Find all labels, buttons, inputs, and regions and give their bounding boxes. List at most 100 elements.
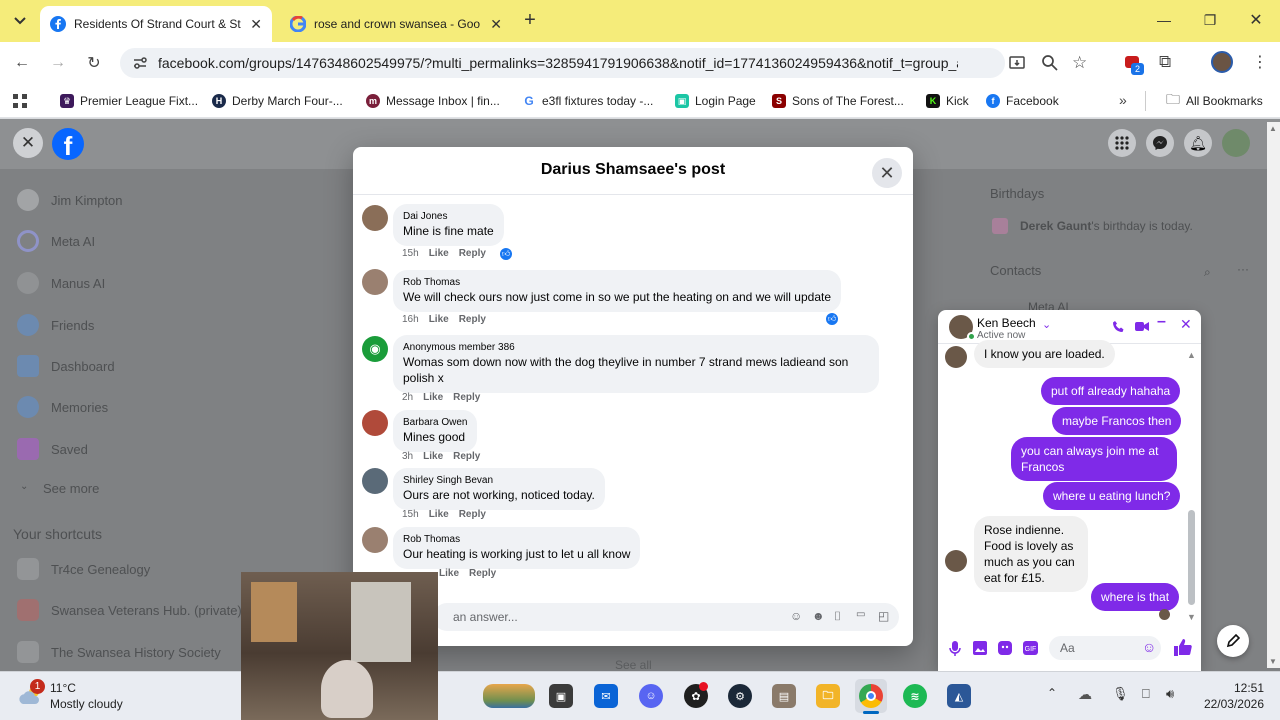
install-app-icon[interactable] [1008,54,1026,72]
clock-date[interactable]: 22/03/2026 [1196,697,1264,711]
tab-facebook-group[interactable]: Residents Of Strand Court & St ✕ [40,6,272,42]
notifications-bell-icon[interactable]: 🔔︎ [1184,129,1212,157]
like-button[interactable]: Like [423,451,443,462]
all-bookmarks-button[interactable]: 🗀 All Bookmarks [1166,91,1263,110]
bookmark-message-inbox[interactable]: m Message Inbox | fin... [366,92,500,110]
facebook-logo-icon[interactable]: f [52,128,84,161]
clock-time[interactable]: 12:51 [1196,681,1264,695]
reply-button[interactable]: Reply [459,509,486,520]
emoji-icon[interactable]: ☺ [1142,639,1156,655]
sidebar-item-jim-kimpton[interactable]: Jim Kimpton [51,193,123,208]
modal-close-icon[interactable]: ✕ [872,158,902,188]
like-reaction-icon[interactable]: 👍︎ [825,312,839,326]
minimize-icon[interactable]: — [1152,8,1176,32]
chrome-menu-icon[interactable]: ⋮ [1252,52,1268,72]
scroll-up-icon[interactable]: ▲ [1269,124,1277,133]
discord-icon[interactable]: ☺ [639,684,663,708]
restore-icon[interactable]: ❐ [1198,8,1222,32]
scroll-down-icon[interactable]: ▼ [1269,657,1277,666]
photo-icon[interactable] [973,641,987,655]
zoom-icon[interactable] [1041,54,1059,72]
emoji-icon[interactable]: ☻ [812,609,825,623]
bookmark-star-icon[interactable]: ☆ [1072,53,1087,73]
widgets-landscape-icon[interactable] [483,684,535,708]
weather-description[interactable]: Mostly cloudy [50,697,123,711]
like-button[interactable]: Like [429,314,449,325]
reply-button[interactable]: Reply [459,248,486,259]
volume-icon[interactable]: 🔊︎ [1166,686,1174,702]
reply-button[interactable]: Reply [469,568,496,579]
like-button[interactable]: Like [429,509,449,520]
bookmark-facebook[interactable]: f Facebook [986,92,1059,110]
close-window-icon[interactable]: ✕ [1244,8,1268,32]
comment-author[interactable]: Anonymous member 386 [403,341,869,354]
chevron-down-icon[interactable]: ⌄ [1042,318,1051,331]
avatar-sticker-icon[interactable]: ☺ [790,609,802,623]
extensions-puzzle-icon[interactable]: ⧉ [1159,52,1171,72]
search-contacts-icon[interactable]: ⌕ [1204,265,1211,280]
minimize-chat-icon[interactable]: – [1157,313,1166,331]
page-scrollbar[interactable]: ▲ ▼ [1267,122,1280,668]
thumbs-up-icon[interactable] [1174,639,1192,656]
like-button[interactable]: Like [439,568,459,579]
messenger-icon[interactable] [1146,129,1174,157]
weather-temp[interactable]: 11°C [50,681,76,695]
avatar[interactable] [362,205,388,231]
profile-avatar[interactable] [1211,51,1233,73]
extension-icon[interactable]: 2 [1123,52,1144,75]
reply-button[interactable]: Reply [459,314,486,325]
gif-icon[interactable]: ▭ [856,609,865,620]
answer-input[interactable]: an answer... ☺ ☻ ⌷ ▭ ◰ [433,603,899,631]
gif-icon[interactable]: GIF [1023,641,1038,655]
tray-chevron-icon[interactable]: ⌃ [1047,686,1057,700]
sidebar-item-meta-ai[interactable]: Meta AI [51,234,95,249]
onedrive-cloud-icon[interactable]: ☁ [1078,686,1092,703]
camera-icon[interactable]: ⌷ [834,609,841,624]
screen-recorder-icon[interactable]: ◭ [947,684,971,708]
new-tab-button[interactable]: + [518,8,542,32]
file-explorer-icon[interactable]: 🗀 [816,684,840,708]
shortcut-swansea-history[interactable]: The Swansea History Society [51,645,221,660]
chrome-icon[interactable] [859,684,883,708]
bookmark-sons-forest[interactable]: S Sons of The Forest... [772,92,904,110]
address-bar[interactable]: facebook.com/groups/1476348602549975/?mu… [120,48,1087,78]
steam-icon[interactable]: ⚙ [728,684,752,708]
spotify-icon[interactable]: ≋ [903,684,927,708]
network-icon[interactable]: ⎕ [1142,686,1150,702]
scroll-down-icon[interactable]: ▼ [1187,612,1196,622]
tab-close-icon[interactable]: ✕ [250,16,262,33]
microphone-icon[interactable] [949,641,961,656]
sidebar-item-saved[interactable]: Saved [51,442,88,457]
like-button[interactable]: Like [429,248,449,259]
menu-grid-icon[interactable] [1108,129,1136,157]
shortcut-tr4ce-genealogy[interactable]: Tr4ce Genealogy [51,562,150,577]
bookmark-kick[interactable]: K Kick [926,92,969,110]
chat-contact-name[interactable]: Ken Beech [977,316,1036,330]
more-options-icon[interactable]: ··· [1237,262,1249,276]
avatar[interactable] [362,269,388,295]
tab-search-dropdown-icon[interactable] [8,9,32,33]
more-bookmarks-chevron-icon[interactable]: » [1119,92,1127,108]
comment-author[interactable]: Shirley Singh Bevan [403,474,595,487]
tab-close-icon[interactable]: ✕ [490,16,502,33]
like-button[interactable]: Like [423,392,443,403]
close-chat-icon[interactable]: ✕ [1180,316,1192,333]
avatar[interactable] [362,527,388,553]
apps-grid-icon[interactable] [12,93,28,109]
comment-author[interactable]: Rob Thomas [403,533,630,546]
avatar[interactable] [362,468,388,494]
reply-button[interactable]: Reply [453,451,480,462]
sidebar-item-dashboard[interactable]: Dashboard [51,359,115,374]
back-arrow-icon[interactable]: ← [10,51,34,75]
bookmark-derby-march[interactable]: H Derby March Four-... [212,92,343,110]
chat-scrollbar[interactable] [1188,510,1195,605]
comment-author[interactable]: Dai Jones [403,210,494,223]
forward-arrow-icon[interactable]: → [46,51,70,75]
scroll-up-icon[interactable]: ▲ [1187,350,1196,360]
see-more-link[interactable]: See more [43,481,99,496]
bookmark-e3fl-fixtures[interactable]: Ge3fl fixtures today -... [522,92,653,110]
birthday-notice[interactable]: Derek Gaunt's birthday is today. [1020,219,1193,233]
bookmark-login-page[interactable]: ▣ Login Page [675,92,756,110]
reload-icon[interactable]: ↻ [82,51,106,75]
see-all-link[interactable]: See all [615,658,652,672]
